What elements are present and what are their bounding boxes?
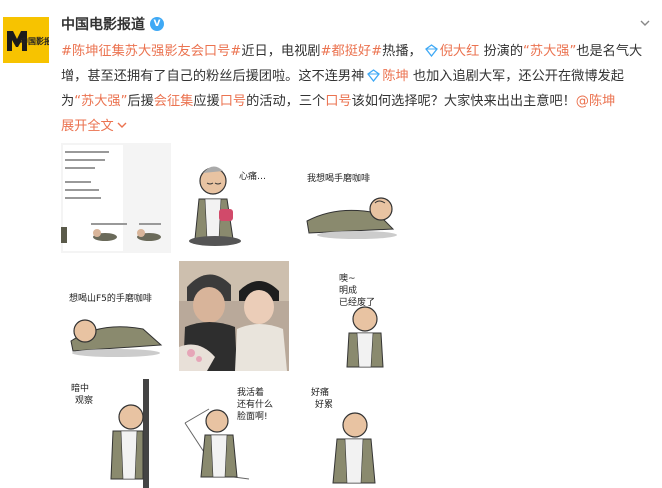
account-name[interactable]: 中国电影报道 (61, 14, 145, 34)
sticker-caption: 我想喝手磨咖啡 (307, 172, 370, 184)
sticker-caption-line3: 脸面啊! (237, 410, 268, 422)
post-text-segment: 热播， (382, 44, 422, 59)
post-body: #陈坤征集苏大强影友会口号#近日，电视剧#都挺好#热播， 倪大红 扮演的“苏大强”… (61, 39, 651, 139)
super-topic-icon (424, 44, 438, 57)
sticker-caption-line1: 噢~ (339, 272, 356, 284)
super-topic-icon (367, 69, 381, 82)
post-link[interactable]: #都挺好# (320, 44, 382, 59)
post-text-segment: 扮演的 (479, 44, 524, 59)
post-link[interactable]: #陈坤征集苏大强影友会口号# (61, 44, 241, 59)
image-sticker-what-is-left[interactable]: 我活着 还有什么 脸面啊! (179, 379, 289, 488)
image-screenshot-thumbnail[interactable] (61, 143, 171, 253)
chevron-down-icon[interactable] (640, 18, 650, 28)
post-link[interactable]: 口号 (325, 94, 351, 109)
account-avatar[interactable]: 中国影报道 (3, 17, 49, 63)
post-text-segment: 后援 (127, 94, 154, 109)
sticker-caption-line1: 暗中 (71, 382, 89, 394)
chevron-down-icon[interactable] (117, 120, 127, 130)
expand-full-text-link[interactable]: 展开全文 (61, 119, 114, 134)
sticker-caption: 想喝山F5的手磨咖啡 (69, 292, 152, 304)
image-sticker-forget-it[interactable]: 噢~ 明成 已经废了 (297, 261, 407, 371)
image-photo-actors[interactable] (179, 261, 289, 371)
verified-badge-icon: V (150, 17, 164, 31)
sticker-caption-line2: 观察 (75, 394, 93, 406)
image-sticker-peek[interactable]: 暗中 观察 (61, 379, 171, 488)
post-text-segment: 近日，电视剧 (241, 44, 321, 59)
image-sticker-want-coffee[interactable]: 我想喝手磨咖啡 (297, 143, 407, 253)
post-link[interactable]: “苏大强” (74, 94, 127, 109)
sticker-caption-line1: 我活着 (237, 386, 264, 398)
post-text-segment: 的活动，三个 (246, 94, 326, 109)
image-sticker-want-coffee-2[interactable]: 想喝山F5的手磨咖啡 (61, 261, 171, 371)
image-sticker-heartache[interactable]: 心痛… (179, 143, 289, 253)
image-sticker-so-sad[interactable]: 好痛 好累 (297, 379, 407, 488)
account-name-row[interactable]: 中国电影报道 V (61, 14, 164, 34)
post-text-segment: 应援 (193, 94, 220, 109)
sticker-caption-line2: 还有什么 (237, 398, 273, 410)
post-link[interactable]: “苏大强” (523, 44, 576, 59)
post-link[interactable]: 口号 (220, 94, 246, 109)
post-text-segment: 该如何选择呢？大家快来出出主意吧！ (351, 94, 576, 109)
post-link[interactable]: @陈坤 (576, 94, 616, 109)
sticker-caption: 心痛… (239, 170, 266, 182)
avatar-logo-text: 中国影报道 (20, 37, 49, 46)
sticker-caption-line1: 好痛 (311, 386, 329, 398)
sticker-caption-line2: 好累 (315, 398, 333, 410)
post-link[interactable]: 陈坤 (382, 69, 408, 84)
post-link[interactable]: 倪大红 (440, 44, 480, 59)
post-link[interactable]: 会征集 (154, 94, 194, 109)
